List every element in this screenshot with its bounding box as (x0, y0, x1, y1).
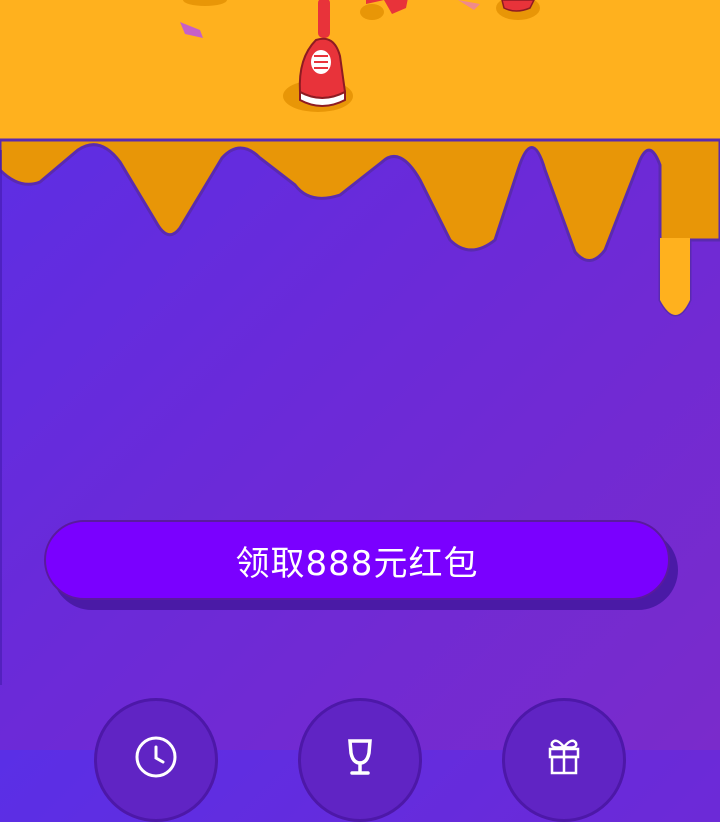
nav-clock-button[interactable] (94, 698, 218, 822)
trophy-icon (348, 739, 372, 775)
paint-drip-shape (0, 138, 720, 317)
claim-red-packet-button[interactable]: 领取888元红包 (44, 520, 670, 600)
clock-icon (135, 736, 177, 778)
promo-page: 领取888元红包 (0, 0, 720, 822)
nav-trophy-button[interactable] (298, 698, 422, 822)
dripping-paint-illustration (0, 0, 720, 317)
claim-red-packet-label: 领取888元红包 (235, 543, 479, 584)
gift-icon (548, 739, 580, 775)
left-edge-line (0, 150, 2, 685)
nav-gift-button[interactable] (502, 698, 626, 822)
